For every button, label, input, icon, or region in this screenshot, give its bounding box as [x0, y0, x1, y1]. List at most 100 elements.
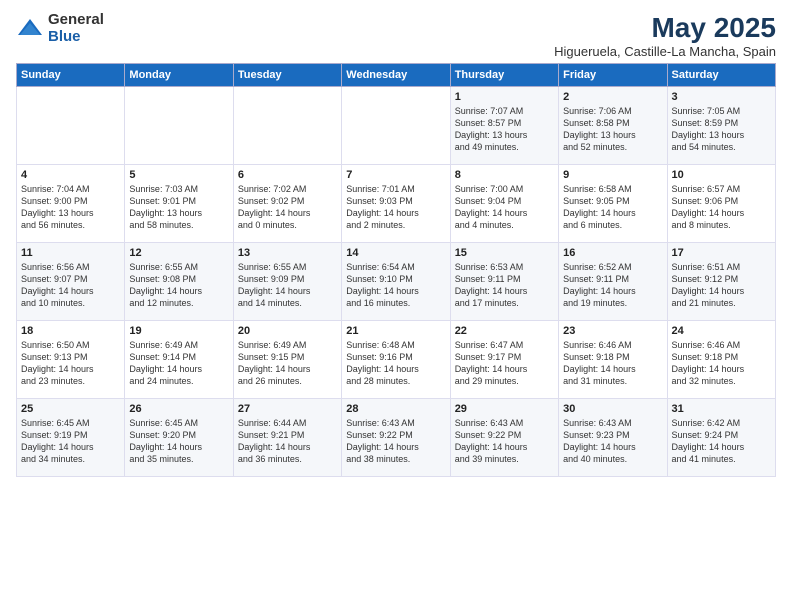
- day-info: Sunrise: 6:43 AM Sunset: 9:23 PM Dayligh…: [563, 417, 662, 466]
- day-number: 4: [21, 169, 120, 181]
- day-info: Sunrise: 6:53 AM Sunset: 9:11 PM Dayligh…: [455, 261, 554, 310]
- col-sunday: Sunday: [17, 64, 125, 87]
- logo-blue: Blue: [48, 29, 104, 46]
- day-info: Sunrise: 7:06 AM Sunset: 8:58 PM Dayligh…: [563, 105, 662, 154]
- calendar-week-1: 4 Sunrise: 7:04 AM Sunset: 9:00 PM Daylig…: [17, 165, 776, 243]
- calendar-cell: 21 Sunrise: 6:48 AM Sunset: 9:16 PM Dayli…: [342, 321, 450, 399]
- day-number: 3: [672, 91, 771, 103]
- day-number: 1: [455, 91, 554, 103]
- day-info: Sunrise: 7:00 AM Sunset: 9:04 PM Dayligh…: [455, 183, 554, 232]
- calendar-table: Sunday Monday Tuesday Wednesday Thursday…: [16, 63, 776, 477]
- calendar-cell: 4 Sunrise: 7:04 AM Sunset: 9:00 PM Daylig…: [17, 165, 125, 243]
- day-number: 7: [346, 169, 445, 181]
- day-number: 5: [129, 169, 228, 181]
- col-tuesday: Tuesday: [233, 64, 341, 87]
- day-info: Sunrise: 6:52 AM Sunset: 9:11 PM Dayligh…: [563, 261, 662, 310]
- calendar-cell: 31Sunrise: 6:42 AM Sunset: 9:24 PM Dayli…: [667, 399, 775, 477]
- day-info: Sunrise: 6:58 AM Sunset: 9:05 PM Dayligh…: [563, 183, 662, 232]
- calendar-cell: 22 Sunrise: 6:47 AM Sunset: 9:17 PM Dayli…: [450, 321, 558, 399]
- day-number: 2: [563, 91, 662, 103]
- day-number: 8: [455, 169, 554, 181]
- col-monday: Monday: [125, 64, 233, 87]
- day-number: 17: [672, 247, 771, 259]
- day-info: Sunrise: 6:49 AM Sunset: 9:15 PM Dayligh…: [238, 339, 337, 388]
- calendar-cell: 18 Sunrise: 6:50 AM Sunset: 9:13 PM Dayli…: [17, 321, 125, 399]
- calendar-cell: 6 Sunrise: 7:02 AM Sunset: 9:02 PM Daylig…: [233, 165, 341, 243]
- col-saturday: Saturday: [667, 64, 775, 87]
- calendar-body: 1Sunrise: 7:07 AM Sunset: 8:57 PM Daylig…: [17, 87, 776, 477]
- day-number: 20: [238, 325, 337, 337]
- calendar-week-4: 25Sunrise: 6:45 AM Sunset: 9:19 PM Dayli…: [17, 399, 776, 477]
- calendar-cell: 11Sunrise: 6:56 AM Sunset: 9:07 PM Dayli…: [17, 243, 125, 321]
- day-info: Sunrise: 6:50 AM Sunset: 9:13 PM Dayligh…: [21, 339, 120, 388]
- day-number: 22: [455, 325, 554, 337]
- day-number: 9: [563, 169, 662, 181]
- calendar-cell: [125, 87, 233, 165]
- day-info: Sunrise: 7:01 AM Sunset: 9:03 PM Dayligh…: [346, 183, 445, 232]
- day-number: 15: [455, 247, 554, 259]
- day-info: Sunrise: 6:47 AM Sunset: 9:17 PM Dayligh…: [455, 339, 554, 388]
- day-info: Sunrise: 6:42 AM Sunset: 9:24 PM Dayligh…: [672, 417, 771, 466]
- day-info: Sunrise: 7:04 AM Sunset: 9:00 PM Dayligh…: [21, 183, 120, 232]
- calendar-cell: [342, 87, 450, 165]
- calendar-header: Sunday Monday Tuesday Wednesday Thursday…: [17, 64, 776, 87]
- day-info: Sunrise: 7:03 AM Sunset: 9:01 PM Dayligh…: [129, 183, 228, 232]
- calendar-cell: 10Sunrise: 6:57 AM Sunset: 9:06 PM Dayli…: [667, 165, 775, 243]
- calendar-cell: 28Sunrise: 6:43 AM Sunset: 9:22 PM Dayli…: [342, 399, 450, 477]
- calendar-cell: 23 Sunrise: 6:46 AM Sunset: 9:18 PM Dayli…: [559, 321, 667, 399]
- calendar-cell: 19Sunrise: 6:49 AM Sunset: 9:14 PM Dayli…: [125, 321, 233, 399]
- day-number: 6: [238, 169, 337, 181]
- calendar-cell: 24 Sunrise: 6:46 AM Sunset: 9:18 PM Dayli…: [667, 321, 775, 399]
- title-block: May 2025 Higueruela, Castille-La Mancha,…: [554, 12, 776, 59]
- calendar-cell: 16Sunrise: 6:52 AM Sunset: 9:11 PM Dayli…: [559, 243, 667, 321]
- day-info: Sunrise: 6:48 AM Sunset: 9:16 PM Dayligh…: [346, 339, 445, 388]
- day-info: Sunrise: 6:55 AM Sunset: 9:09 PM Dayligh…: [238, 261, 337, 310]
- calendar-cell: 13 Sunrise: 6:55 AM Sunset: 9:09 PM Dayli…: [233, 243, 341, 321]
- main-title: May 2025: [554, 12, 776, 44]
- day-number: 26: [129, 403, 228, 415]
- calendar-cell: 3Sunrise: 7:05 AM Sunset: 8:59 PM Daylig…: [667, 87, 775, 165]
- day-info: Sunrise: 6:46 AM Sunset: 9:18 PM Dayligh…: [672, 339, 771, 388]
- day-info: Sunrise: 6:51 AM Sunset: 9:12 PM Dayligh…: [672, 261, 771, 310]
- calendar-cell: 27 Sunrise: 6:44 AM Sunset: 9:21 PM Dayli…: [233, 399, 341, 477]
- calendar-cell: 25Sunrise: 6:45 AM Sunset: 9:19 PM Dayli…: [17, 399, 125, 477]
- logo: General Blue: [16, 12, 104, 45]
- day-number: 30: [563, 403, 662, 415]
- day-number: 21: [346, 325, 445, 337]
- day-info: Sunrise: 6:55 AM Sunset: 9:08 PM Dayligh…: [129, 261, 228, 310]
- header-row: Sunday Monday Tuesday Wednesday Thursday…: [17, 64, 776, 87]
- day-info: Sunrise: 7:02 AM Sunset: 9:02 PM Dayligh…: [238, 183, 337, 232]
- calendar-week-0: 1Sunrise: 7:07 AM Sunset: 8:57 PM Daylig…: [17, 87, 776, 165]
- col-wednesday: Wednesday: [342, 64, 450, 87]
- day-number: 24: [672, 325, 771, 337]
- calendar-week-2: 11Sunrise: 6:56 AM Sunset: 9:07 PM Dayli…: [17, 243, 776, 321]
- day-info: Sunrise: 6:49 AM Sunset: 9:14 PM Dayligh…: [129, 339, 228, 388]
- calendar-cell: 30 Sunrise: 6:43 AM Sunset: 9:23 PM Dayli…: [559, 399, 667, 477]
- day-info: Sunrise: 6:57 AM Sunset: 9:06 PM Dayligh…: [672, 183, 771, 232]
- day-number: 25: [21, 403, 120, 415]
- calendar-cell: 5 Sunrise: 7:03 AM Sunset: 9:01 PM Daylig…: [125, 165, 233, 243]
- col-thursday: Thursday: [450, 64, 558, 87]
- calendar-cell: [233, 87, 341, 165]
- day-info: Sunrise: 6:43 AM Sunset: 9:22 PM Dayligh…: [346, 417, 445, 466]
- day-number: 18: [21, 325, 120, 337]
- calendar-cell: 17 Sunrise: 6:51 AM Sunset: 9:12 PM Dayli…: [667, 243, 775, 321]
- day-number: 27: [238, 403, 337, 415]
- calendar-cell: [17, 87, 125, 165]
- calendar-cell: 20 Sunrise: 6:49 AM Sunset: 9:15 PM Dayli…: [233, 321, 341, 399]
- day-number: 29: [455, 403, 554, 415]
- calendar-cell: 7 Sunrise: 7:01 AM Sunset: 9:03 PM Daylig…: [342, 165, 450, 243]
- day-info: Sunrise: 6:44 AM Sunset: 9:21 PM Dayligh…: [238, 417, 337, 466]
- day-number: 12: [129, 247, 228, 259]
- day-info: Sunrise: 6:54 AM Sunset: 9:10 PM Dayligh…: [346, 261, 445, 310]
- logo-general: General: [48, 12, 104, 29]
- day-info: Sunrise: 6:56 AM Sunset: 9:07 PM Dayligh…: [21, 261, 120, 310]
- day-number: 13: [238, 247, 337, 259]
- header: General Blue May 2025 Higueruela, Castil…: [16, 12, 776, 59]
- calendar-cell: 1Sunrise: 7:07 AM Sunset: 8:57 PM Daylig…: [450, 87, 558, 165]
- calendar-cell: 8 Sunrise: 7:00 AM Sunset: 9:04 PM Daylig…: [450, 165, 558, 243]
- calendar-cell: 12 Sunrise: 6:55 AM Sunset: 9:08 PM Dayli…: [125, 243, 233, 321]
- calendar-cell: 9 Sunrise: 6:58 AM Sunset: 9:05 PM Daylig…: [559, 165, 667, 243]
- day-info: Sunrise: 6:46 AM Sunset: 9:18 PM Dayligh…: [563, 339, 662, 388]
- day-number: 23: [563, 325, 662, 337]
